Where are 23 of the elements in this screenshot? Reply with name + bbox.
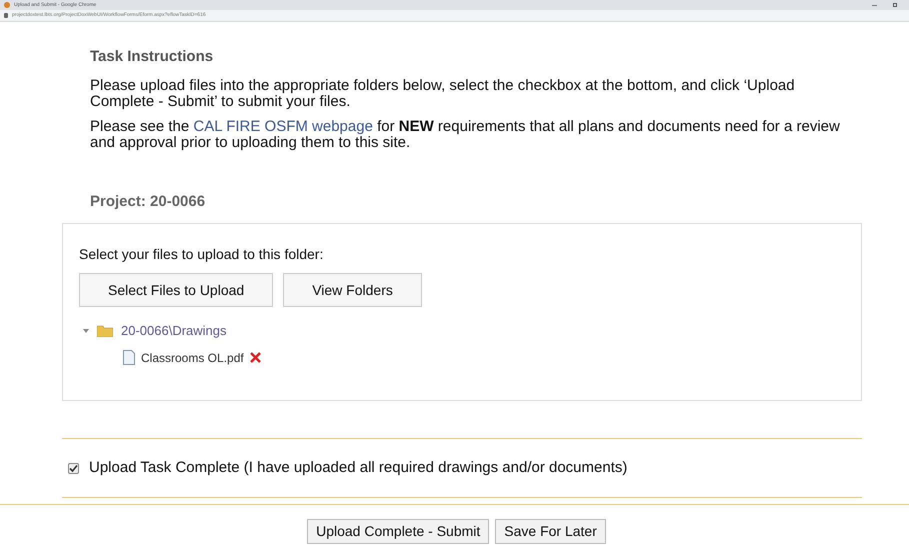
webpage-link[interactable]: CAL FIRE OSFM webpage	[193, 118, 373, 134]
document-icon	[123, 350, 135, 365]
maximize-icon[interactable]	[893, 3, 897, 7]
checkmark-icon	[69, 464, 78, 472]
action-button[interactable]: Save For Later	[495, 519, 606, 544]
checkbox-label: Upload Task Complete (I have uploaded all required drawings and/or documents)	[89, 458, 628, 478]
instruction-text: Please upload files into the appropriate folders below, select the checkbox at the bottom, and click ‘Upload Complete - Submit’ to submit your files.	[90, 78, 796, 110]
delete-icon[interactable]	[250, 352, 261, 363]
toolbar-button[interactable]: Select Files to Upload	[79, 273, 274, 307]
checkbox[interactable]	[68, 462, 79, 474]
caret-icon[interactable]	[83, 328, 89, 334]
file-name: Classrooms OL.pdf	[141, 350, 244, 366]
upload-prompt: Select your files to upload to this folder:	[79, 245, 324, 264]
toolbar-button[interactable]: View Folders	[283, 273, 422, 307]
section-heading: Task Instructions	[90, 47, 214, 67]
project-heading: Project: 20-0066	[90, 192, 206, 212]
lock-icon	[4, 13, 8, 18]
folder-link[interactable]: 20-0066\Drawings	[121, 321, 227, 340]
instruction-text: Please see the CAL FIRE OSFM webpage for NEW requirements that all plans and documents need for a review and approval prior to uploading them to this site.	[90, 118, 841, 150]
minimize-icon[interactable]	[872, 4, 877, 6]
action-button[interactable]: Upload Complete - Submit	[307, 519, 490, 544]
folder-icon	[97, 324, 113, 337]
browser-icon	[4, 2, 10, 8]
